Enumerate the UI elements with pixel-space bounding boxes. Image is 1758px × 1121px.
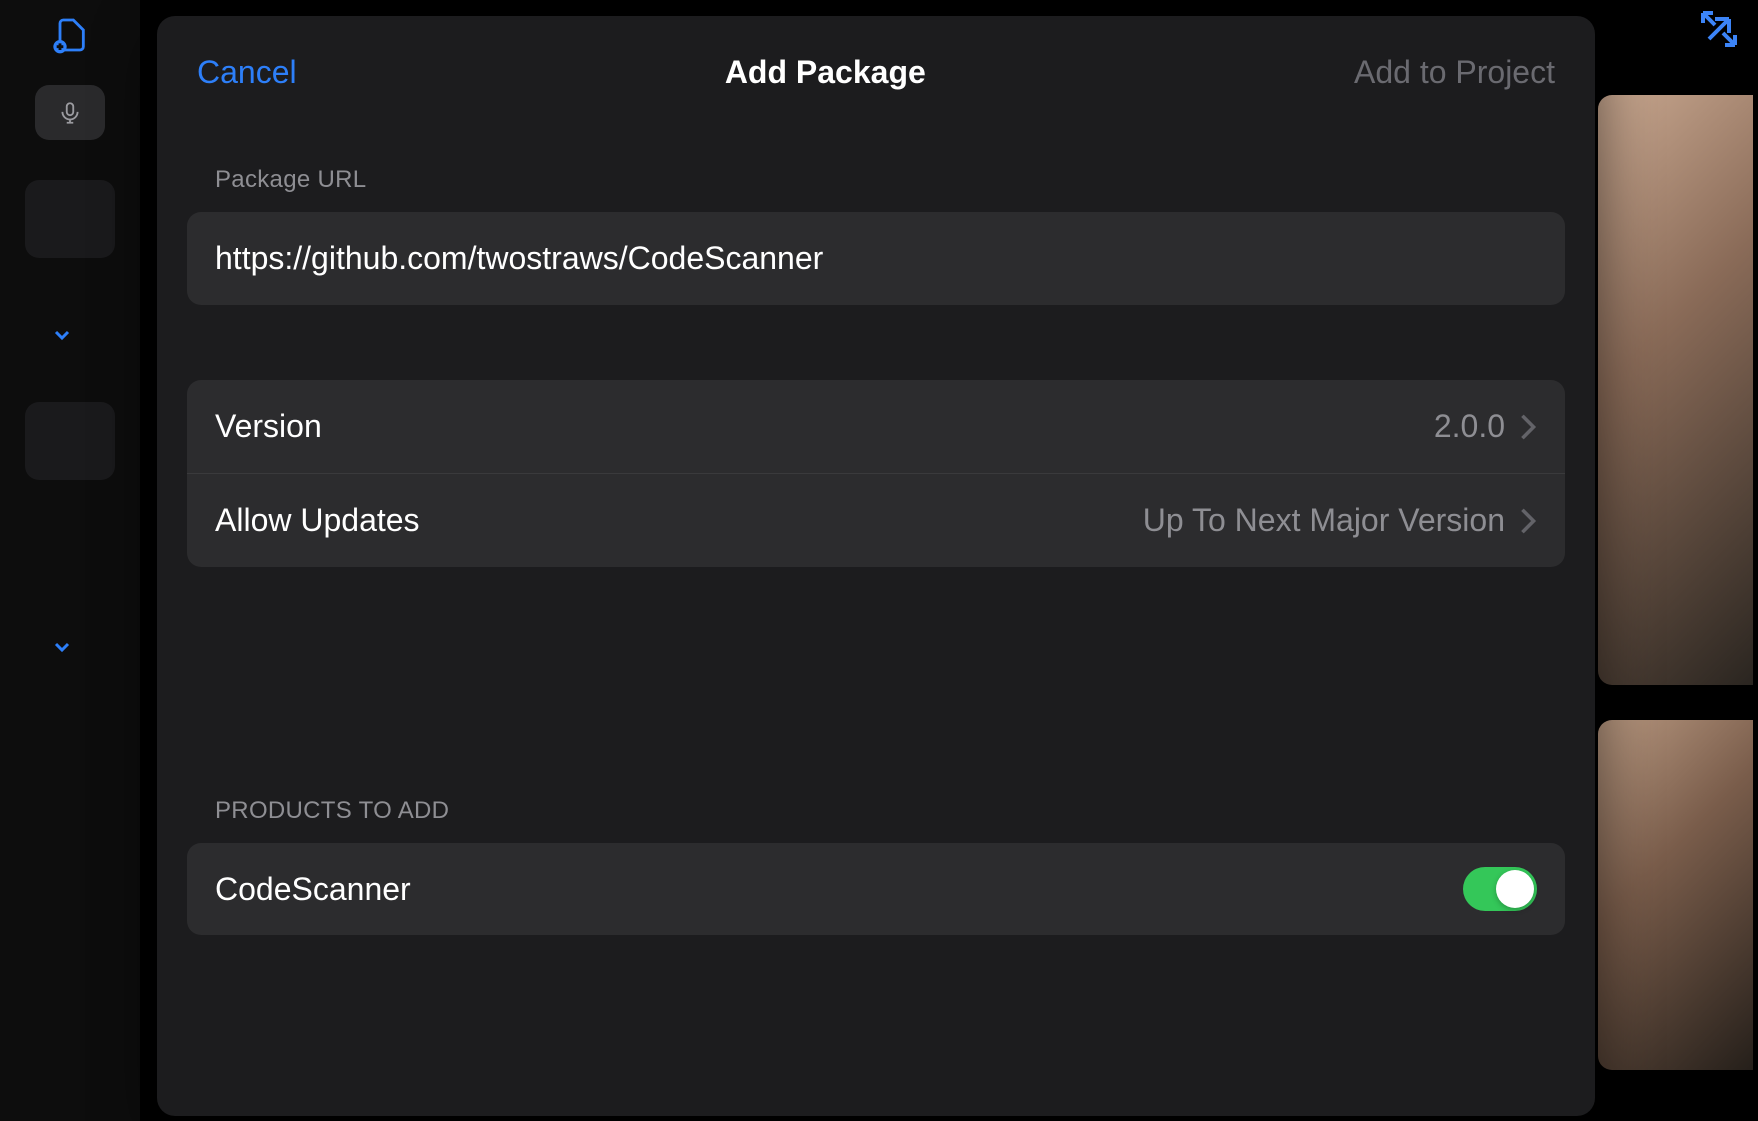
product-name: CodeScanner: [215, 871, 411, 908]
chevron-right-icon: [1519, 413, 1537, 441]
background-thumbnails: [1598, 95, 1758, 1095]
video-thumbnail: [1598, 720, 1753, 1070]
fullscreen-icon[interactable]: [1695, 5, 1743, 58]
file-add-icon: [50, 15, 90, 55]
add-package-modal: Cancel Add Package Add to Project Packag…: [157, 16, 1595, 1116]
new-file-button[interactable]: [40, 10, 100, 60]
product-row: CodeScanner: [187, 843, 1565, 935]
products-section-label: Products to Add: [215, 797, 1565, 825]
allow-updates-value: Up To Next Major Version: [1143, 502, 1505, 539]
package-url-label: Package URL: [215, 166, 1565, 194]
cancel-button[interactable]: Cancel: [197, 54, 297, 91]
sidebar: [0, 0, 140, 1121]
version-label: Version: [215, 408, 322, 445]
chevron-right-icon: [1519, 507, 1537, 535]
microphone-button[interactable]: [35, 85, 105, 140]
products-section: Products to Add CodeScanner: [157, 797, 1595, 935]
modal-title: Add Package: [725, 54, 926, 91]
sidebar-item[interactable]: [25, 180, 115, 258]
microphone-icon: [57, 100, 83, 126]
toggle-knob: [1496, 870, 1534, 908]
package-url-section: Package URL https://github.com/twostraws…: [157, 166, 1595, 305]
package-url-value: https://github.com/twostraws/CodeScanner: [215, 240, 823, 276]
chevron-down-icon[interactable]: [50, 635, 74, 664]
product-toggle[interactable]: [1463, 867, 1537, 911]
settings-group: Version 2.0.0 Allow Updates Up To Next M…: [187, 380, 1565, 567]
modal-header: Cancel Add Package Add to Project: [157, 16, 1595, 91]
package-url-field[interactable]: https://github.com/twostraws/CodeScanner: [187, 212, 1565, 305]
video-thumbnail: [1598, 95, 1753, 685]
add-to-project-button[interactable]: Add to Project: [1354, 54, 1555, 91]
sidebar-item[interactable]: [25, 402, 115, 480]
allow-updates-label: Allow Updates: [215, 502, 420, 539]
version-value-container: 2.0.0: [1434, 408, 1537, 445]
allow-updates-row[interactable]: Allow Updates Up To Next Major Version: [187, 473, 1565, 567]
chevron-down-icon[interactable]: [50, 323, 74, 352]
version-row[interactable]: Version 2.0.0: [187, 380, 1565, 473]
version-value: 2.0.0: [1434, 408, 1505, 445]
settings-section: Version 2.0.0 Allow Updates Up To Next M…: [157, 380, 1595, 567]
allow-updates-value-container: Up To Next Major Version: [1143, 502, 1537, 539]
